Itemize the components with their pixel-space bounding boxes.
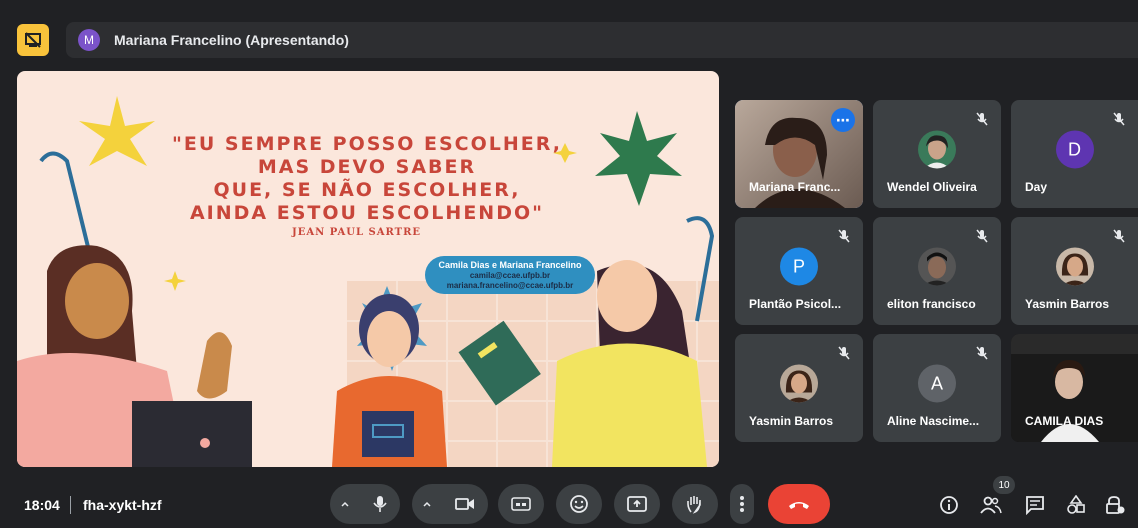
video-options-button[interactable] — [412, 484, 442, 524]
participant-tile[interactable]: Yasmin Barros — [735, 334, 863, 442]
slide-quote: "EU SEMPRE POSSO ESCOLHER, MAS DEVO SABE… — [172, 133, 562, 224]
leave-call-button[interactable] — [768, 484, 830, 524]
participant-tile[interactable]: eliton francisco — [873, 217, 1001, 325]
mic-off-icon — [838, 346, 850, 360]
meeting-code: fha-xykt-hzf — [83, 497, 162, 513]
participant-name: Yasmin Barros — [749, 414, 834, 428]
contact-email-1: camila@ccae.ufpb.br — [469, 271, 551, 280]
chat-icon — [1026, 496, 1044, 515]
participant-name: eliton francisco — [887, 297, 976, 311]
participant-tile[interactable]: D Day — [1011, 100, 1138, 208]
more-options-button[interactable] — [730, 484, 754, 524]
more-vertical-icon — [740, 496, 744, 512]
contact-names: Camila Dias e Mariana Francelino — [438, 260, 582, 270]
present-screen-icon — [627, 496, 647, 512]
mic-off-icon — [1113, 229, 1125, 243]
participant-tile[interactable]: A Aline Nascime... — [873, 334, 1001, 442]
slide-contact-bubble: Camila Dias e Mariana Francelino camila@… — [425, 256, 595, 294]
activities-button[interactable] — [1065, 494, 1087, 516]
hang-up-icon — [789, 502, 809, 509]
chevron-up-icon — [423, 501, 431, 507]
participant-name: Wendel Oliveira — [887, 180, 977, 194]
people-icon — [980, 496, 1002, 514]
chevron-up-icon — [341, 501, 349, 507]
clock: 18:04 — [24, 497, 60, 513]
camera-icon — [455, 498, 474, 510]
participant-photo — [780, 364, 818, 403]
participant-photo — [1055, 247, 1094, 286]
camera-button[interactable] — [442, 484, 488, 524]
presentation-icon-button[interactable] — [17, 24, 49, 56]
microphone-icon — [373, 496, 387, 512]
mic-off-icon — [976, 229, 988, 243]
meeting-info-button[interactable] — [938, 494, 960, 516]
people-count-badge: 10 — [993, 476, 1015, 494]
participant-name: CAMILA DIAS — [1025, 414, 1104, 428]
host-controls-button[interactable] — [1104, 494, 1126, 516]
participant-tile[interactable]: P Plantão Psicol... — [735, 217, 863, 325]
shared-screen: "EU SEMPRE POSSO ESCOLHER, MAS DEVO SABE… — [17, 71, 719, 467]
contact-email-2: mariana.francelino@ccae.ufpb.br — [446, 281, 574, 290]
emoji-icon — [570, 495, 588, 513]
captions-button[interactable] — [498, 484, 544, 524]
chat-button[interactable] — [1024, 494, 1046, 516]
divider — [70, 496, 71, 514]
top-bar: M Mariana Francelino (Apresentando) — [0, 0, 1138, 66]
participant-name: Yasmin Barros — [1025, 297, 1110, 311]
present-button[interactable] — [614, 484, 660, 524]
microphone-button[interactable] — [360, 484, 400, 524]
lock-person-icon — [1106, 496, 1125, 514]
participant-name: Day — [1025, 180, 1048, 194]
reactions-button[interactable] — [556, 484, 602, 524]
participant-tile[interactable]: Wendel Oliveira — [873, 100, 1001, 208]
participant-photo — [918, 130, 956, 169]
presenter-avatar: M — [78, 29, 100, 51]
hand-icon — [687, 496, 701, 514]
presenter-banner: M Mariana Francelino (Apresentando) — [66, 22, 1138, 58]
participant-name: Plantão Psicol... — [749, 297, 842, 311]
slide-illustration — [17, 96, 719, 467]
participant-photo — [918, 247, 956, 286]
slide-quote-author: JEAN PAUL SARTRE — [292, 227, 422, 238]
no-present-icon — [25, 32, 41, 48]
raise-hand-button[interactable] — [672, 484, 718, 524]
mic-off-icon — [1113, 112, 1125, 126]
participant-tile[interactable]: CAMILA DIAS — [1011, 334, 1138, 442]
closed-captions-icon — [511, 497, 531, 511]
participant-name: Mariana Franc... — [749, 180, 841, 194]
activities-shapes-icon — [1067, 495, 1085, 514]
info-icon — [940, 496, 958, 514]
people-button[interactable] — [980, 494, 1002, 516]
participant-avatar: P — [780, 247, 818, 286]
audio-options-button[interactable] — [330, 484, 360, 524]
bottom-bar: 18:04 fha-xykt-hzf — [0, 472, 1138, 528]
participant-avatar: A — [918, 364, 956, 403]
participant-avatar: D — [1055, 130, 1094, 169]
participant-tile[interactable]: Yasmin Barros — [1011, 217, 1138, 325]
participant-name: Aline Nascime... — [887, 414, 980, 428]
presenter-label: Mariana Francelino (Apresentando) — [114, 32, 349, 48]
mic-off-icon — [838, 229, 850, 243]
mic-off-icon — [976, 112, 988, 126]
more-options-icon[interactable]: ⋯ — [831, 108, 855, 132]
participant-tile[interactable]: ⋯ Mariana Franc... — [735, 100, 863, 208]
mic-off-icon — [976, 346, 988, 360]
